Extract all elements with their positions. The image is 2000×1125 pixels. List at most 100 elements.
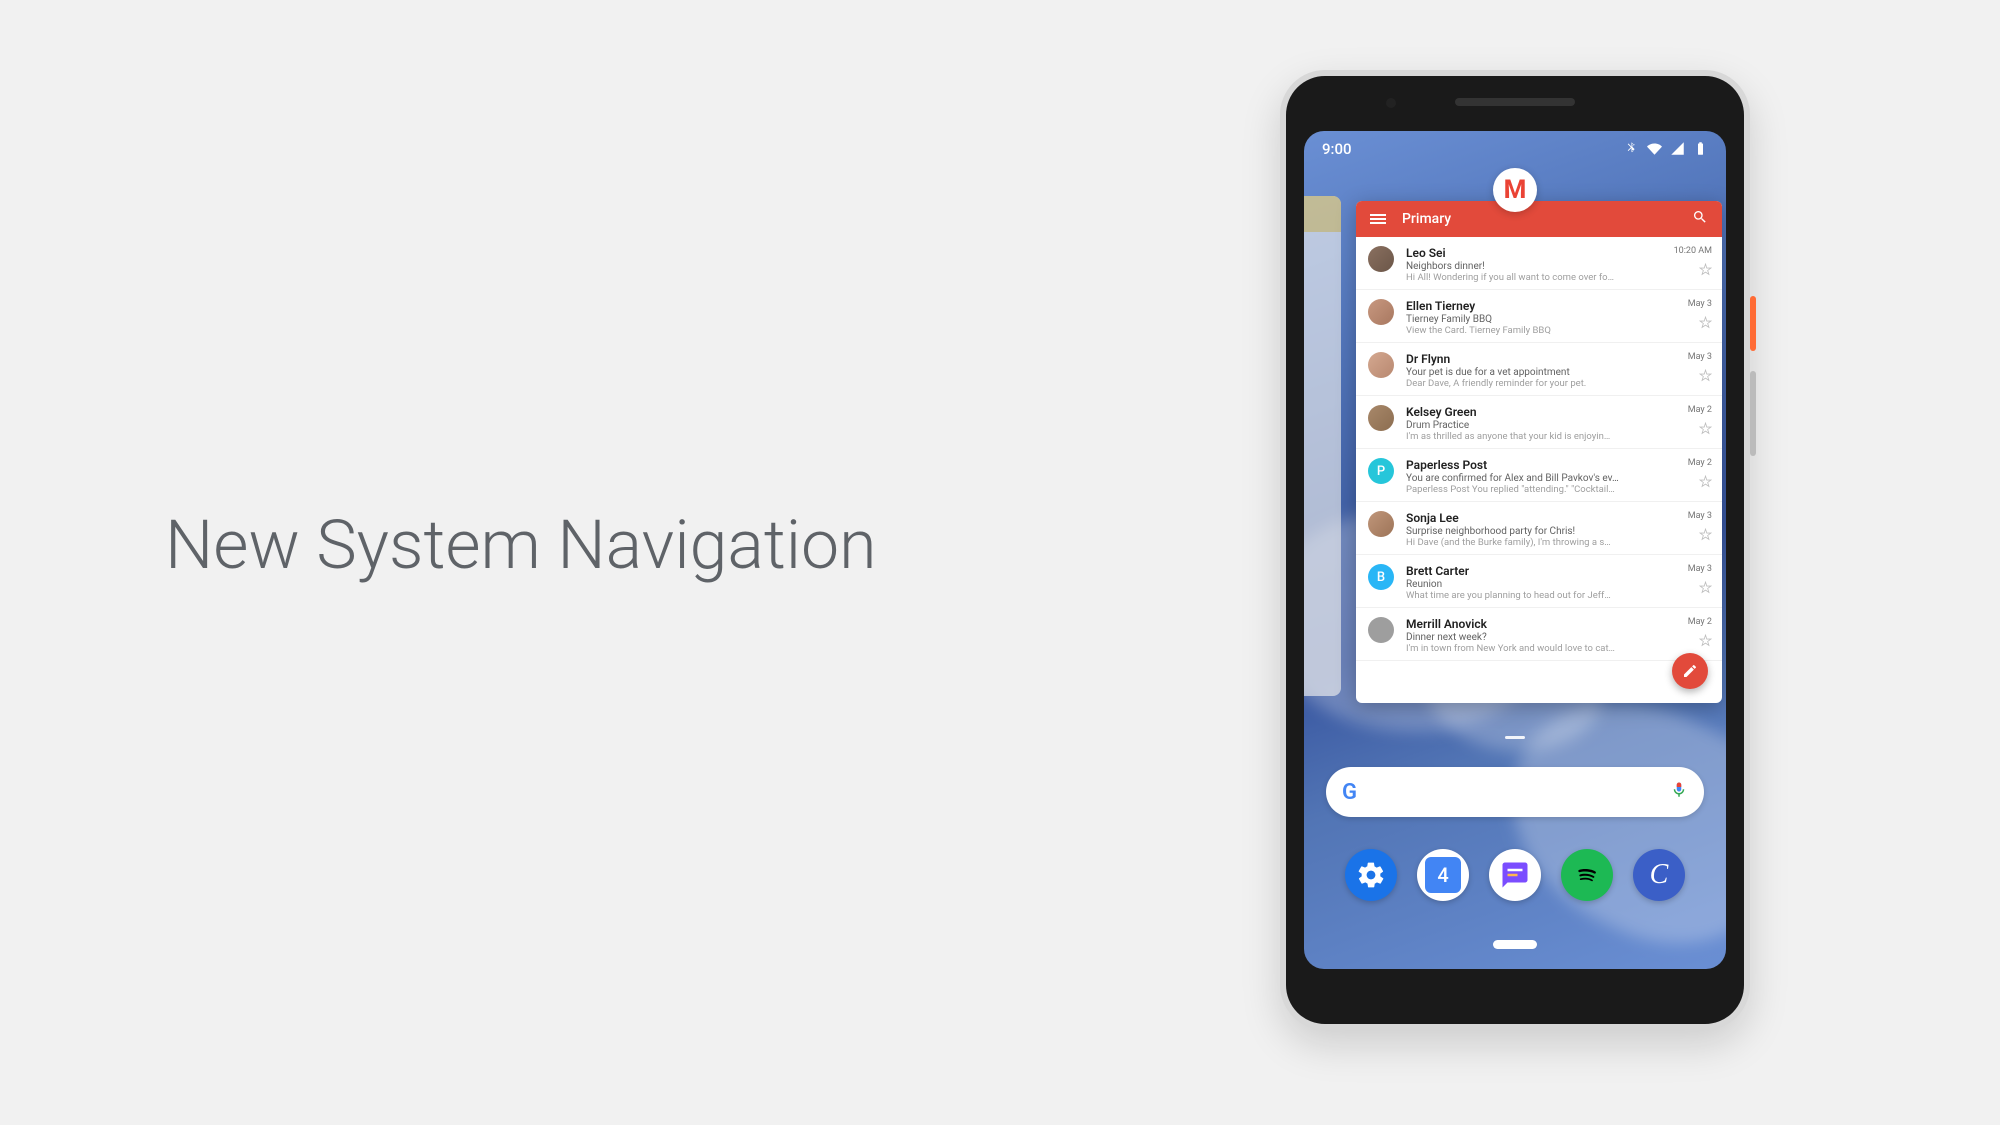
email-time: May 2 — [1688, 458, 1712, 468]
email-content: Brett CarterReunionWhat time are you pla… — [1406, 564, 1710, 601]
gmail-inbox-list[interactable]: Leo SeiNeighbors dinner!Hi All! Wonderin… — [1356, 237, 1722, 703]
email-meta: 10:20 AM — [1674, 246, 1712, 274]
email-meta: May 3 — [1688, 511, 1712, 539]
email-row[interactable]: Leo SeiNeighbors dinner!Hi All! Wonderin… — [1356, 237, 1722, 290]
email-preview: Hi All! Wondering if you all want to com… — [1406, 272, 1710, 283]
email-subject: Your pet is due for a vet appointment — [1406, 367, 1710, 378]
star-icon[interactable] — [1699, 579, 1712, 592]
message-icon — [1500, 860, 1530, 890]
star-icon[interactable] — [1699, 526, 1712, 539]
email-sender: Ellen Tierney — [1406, 299, 1710, 313]
search-icon[interactable] — [1692, 209, 1708, 229]
email-meta: May 3 — [1688, 564, 1712, 592]
email-content: Merrill AnovickDinner next week?I'm in t… — [1406, 617, 1710, 654]
email-meta: May 3 — [1688, 352, 1712, 380]
calendar-app-icon[interactable]: 4 — [1417, 849, 1469, 901]
status-icons — [1624, 141, 1708, 156]
spotify-app-icon[interactable] — [1561, 849, 1613, 901]
home-navigation-pill[interactable] — [1493, 940, 1537, 949]
power-button[interactable] — [1750, 296, 1756, 351]
email-sender: Paperless Post — [1406, 458, 1710, 472]
battery-icon — [1693, 141, 1708, 156]
email-sender: Sonja Lee — [1406, 511, 1710, 525]
email-time: May 3 — [1688, 564, 1712, 574]
gmail-recent-card[interactable]: Primary Leo SeiNeighbors dinner!Hi All! … — [1356, 201, 1722, 703]
c-app-letter: C — [1650, 859, 1669, 891]
star-icon[interactable] — [1699, 367, 1712, 380]
recent-app-card-previous[interactable] — [1304, 196, 1341, 696]
email-sender: Dr Flynn — [1406, 352, 1710, 366]
star-icon[interactable] — [1699, 261, 1712, 274]
email-sender: Kelsey Green — [1406, 405, 1710, 419]
email-avatar: P — [1368, 458, 1394, 484]
email-content: Dr FlynnYour pet is due for a vet appoin… — [1406, 352, 1710, 389]
email-time: May 2 — [1688, 405, 1712, 415]
email-time: 10:20 AM — [1674, 246, 1712, 256]
email-subject: Reunion — [1406, 579, 1710, 590]
gmail-logo-icon: M — [1504, 175, 1527, 205]
status-bar: 9:00 — [1304, 131, 1726, 166]
email-row[interactable]: BBrett CarterReunionWhat time are you pl… — [1356, 555, 1722, 608]
email-subject: Surprise neighborhood party for Chris! — [1406, 526, 1710, 537]
email-preview: I'm as thrilled as anyone that your kid … — [1406, 431, 1710, 442]
spotify-logo-icon — [1572, 860, 1602, 890]
google-logo-icon: G — [1342, 780, 1357, 805]
email-row[interactable]: Sonja LeeSurprise neighborhood party for… — [1356, 502, 1722, 555]
c-app-icon[interactable]: C — [1633, 849, 1685, 901]
messages-app-icon[interactable] — [1489, 849, 1541, 901]
email-time: May 3 — [1688, 511, 1712, 521]
phone-screen: 9:00 M Primary Leo SeiNeighbors dinner — [1304, 131, 1726, 969]
drag-handle-indicator[interactable] — [1505, 736, 1525, 739]
settings-app-icon[interactable] — [1345, 849, 1397, 901]
gmail-header: Primary — [1356, 201, 1722, 237]
email-time: May 3 — [1688, 352, 1712, 362]
gmail-app-icon[interactable]: M — [1493, 168, 1537, 212]
slide-title: New System Navigation — [165, 505, 876, 585]
email-sender: Leo Sei — [1406, 246, 1710, 260]
app-dock: 4 C — [1304, 849, 1726, 901]
email-sender: Merrill Anovick — [1406, 617, 1710, 631]
google-search-bar[interactable]: G — [1326, 767, 1704, 817]
wifi-icon — [1647, 141, 1662, 156]
phone-camera — [1386, 98, 1396, 108]
email-preview: What time are you planning to head out f… — [1406, 590, 1710, 601]
email-content: Leo SeiNeighbors dinner!Hi All! Wonderin… — [1406, 246, 1710, 283]
email-row[interactable]: Kelsey GreenDrum PracticeI'm as thrilled… — [1356, 396, 1722, 449]
email-row[interactable]: P Paperless PostYou are confirmed for Ale… — [1356, 449, 1722, 502]
email-meta: May 2 — [1688, 458, 1712, 486]
email-preview: Hi Dave (and the Burke family), I'm thro… — [1406, 537, 1710, 548]
compose-button[interactable] — [1672, 653, 1708, 689]
email-meta: May 2 — [1688, 405, 1712, 433]
email-avatar — [1368, 617, 1394, 643]
volume-button[interactable] — [1750, 371, 1756, 456]
email-preview: Dear Dave, A friendly reminder for your … — [1406, 378, 1710, 389]
email-row[interactable]: Ellen TierneyTierney Family BBQView the … — [1356, 290, 1722, 343]
email-time: May 2 — [1688, 617, 1712, 627]
email-row[interactable]: Dr FlynnYour pet is due for a vet appoin… — [1356, 343, 1722, 396]
email-content: Sonja LeeSurprise neighborhood party for… — [1406, 511, 1710, 548]
email-preview: I'm in town from New York and would love… — [1406, 643, 1710, 654]
email-preview: View the Card. Tierney Family BBQ — [1406, 325, 1710, 336]
email-row[interactable]: Merrill AnovickDinner next week?I'm in t… — [1356, 608, 1722, 661]
email-avatar — [1368, 405, 1394, 431]
menu-icon[interactable] — [1370, 214, 1386, 224]
email-time: May 3 — [1688, 299, 1712, 309]
email-content: Ellen TierneyTierney Family BBQView the … — [1406, 299, 1710, 336]
email-avatar — [1368, 511, 1394, 537]
star-icon[interactable] — [1699, 314, 1712, 327]
cellular-icon — [1670, 141, 1685, 156]
email-subject: You are confirmed for Alex and Bill Pavk… — [1406, 473, 1710, 484]
email-sender: Brett Carter — [1406, 564, 1710, 578]
gmail-tab-label: Primary — [1402, 211, 1692, 227]
email-subject: Drum Practice — [1406, 420, 1710, 431]
email-content: Paperless PostYou are confirmed for Alex… — [1406, 458, 1710, 495]
voice-search-icon[interactable] — [1670, 779, 1688, 805]
email-meta: May 2 — [1688, 617, 1712, 645]
previous-app-header — [1304, 196, 1341, 232]
star-icon[interactable] — [1699, 473, 1712, 486]
email-subject: Tierney Family BBQ — [1406, 314, 1710, 325]
star-icon[interactable] — [1699, 632, 1712, 645]
calendar-day-label: 4 — [1425, 857, 1461, 893]
star-icon[interactable] — [1699, 420, 1712, 433]
email-content: Kelsey GreenDrum PracticeI'm as thrilled… — [1406, 405, 1710, 442]
